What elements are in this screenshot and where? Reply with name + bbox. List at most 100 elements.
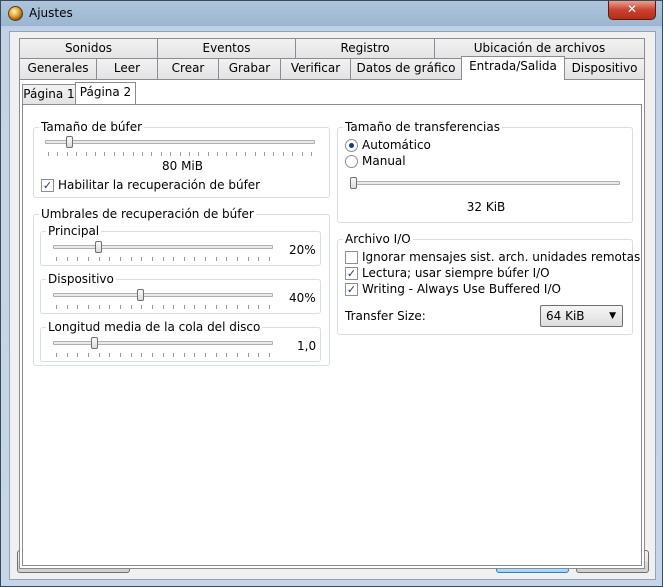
slider-tick [205, 305, 207, 309]
tab-datos-grafico[interactable]: Datos de gráfico [350, 58, 462, 79]
buffer-size-group: Tamaño de búfer 80 MiB ✓ Habilitar la re… [33, 120, 330, 198]
tab-entrada-salida[interactable]: Entrada/Salida [461, 56, 565, 80]
tab-registro[interactable]: Registro [295, 38, 435, 59]
subtab-pagina-1[interactable]: Página 1 [22, 84, 76, 104]
slider-tick [151, 257, 153, 261]
buffer-size-slider-track[interactable] [45, 140, 315, 144]
ignore-remote-checkbox[interactable] [345, 251, 358, 264]
slider-tick [198, 152, 200, 156]
slider-tick [76, 152, 78, 156]
slider-tick [301, 152, 303, 156]
transfer-auto-radio[interactable] [345, 139, 358, 152]
slider-tick [173, 305, 175, 309]
slider-tick [141, 305, 143, 309]
principal-ticks [56, 257, 270, 261]
checkmark-icon: ✓ [42, 179, 53, 192]
slider-tick [113, 152, 115, 156]
device-slider-thumb[interactable] [137, 289, 145, 301]
slider-tick [151, 152, 153, 156]
buffer-size-value: 80 MiB [161, 159, 203, 173]
device-ticks [56, 305, 270, 309]
slider-tick [226, 305, 228, 309]
subtab-pagina-2[interactable]: Página 2 [75, 82, 136, 104]
slider-tick [119, 305, 121, 309]
slider-tick [207, 152, 209, 156]
slider-tick [77, 257, 79, 261]
slider-tick [98, 353, 100, 357]
tab-dispositivo[interactable]: Dispositivo [564, 58, 645, 79]
device-slider-track[interactable] [53, 293, 273, 297]
slider-tick [194, 305, 196, 309]
slider-tick [85, 152, 87, 156]
queue-length-title: Longitud media de la cola del disco [46, 320, 263, 334]
slider-tick [130, 305, 132, 309]
slider-tick [87, 257, 89, 261]
slider-tick [77, 353, 79, 357]
slider-tick [56, 305, 57, 309]
tab-leer[interactable]: Leer [96, 58, 158, 79]
transfer-size-value: 32 KiB [466, 200, 506, 214]
ignore-remote-label: Ignorar mensajes sist. arch. unidades re… [362, 250, 641, 264]
slider-tick [130, 353, 132, 357]
tab-eventos[interactable]: Eventos [157, 38, 296, 59]
slider-tick [119, 257, 121, 261]
write-buffered-checkbox[interactable]: ✓ [345, 283, 358, 296]
slider-tick [226, 257, 228, 261]
device-threshold-title: Dispositivo [46, 272, 116, 286]
slider-tick [215, 305, 217, 309]
buffer-size-title: Tamaño de búfer [39, 120, 145, 134]
slider-tick [119, 353, 121, 357]
tab-crear[interactable]: Crear [157, 58, 219, 79]
buffer-recovery-checkbox[interactable]: ✓ [41, 179, 54, 192]
pagina-2-panel: Tamaño de búfer 80 MiB ✓ Habilitar la re… [22, 104, 642, 566]
transfer-size-label: Transfer Size: [345, 309, 426, 323]
read-buffered-label: Lectura; usar siempre búfer I/O [362, 266, 550, 280]
read-buffered-checkbox[interactable]: ✓ [345, 267, 358, 280]
queue-ticks [56, 353, 270, 357]
principal-threshold-title: Principal [46, 224, 102, 238]
slider-tick [94, 152, 96, 156]
slider-tick [141, 353, 143, 357]
principal-slider-track[interactable] [53, 245, 273, 249]
slider-tick [215, 353, 217, 357]
slider-tick [269, 257, 270, 261]
transfer-size-group: Tamaño de transferencias Automático Manu… [337, 120, 633, 223]
buffer-size-slider-thumb[interactable] [65, 136, 73, 148]
slider-tick [273, 152, 275, 156]
close-button[interactable]: ✕ [608, 1, 656, 20]
tab-grabar[interactable]: Grabar [218, 58, 281, 79]
slider-tick [258, 257, 260, 261]
queue-slider-thumb[interactable] [90, 337, 98, 349]
tab-sonidos[interactable]: Sonidos [19, 38, 158, 59]
recovery-thresholds-group: Umbrales de recuperación de búfer Princi… [33, 207, 330, 366]
transfer-manual-radio[interactable] [345, 155, 358, 168]
slider-tick [66, 152, 68, 156]
slider-tick [123, 152, 125, 156]
slider-tick [98, 257, 100, 261]
slider-tick [269, 305, 270, 309]
slider-tick [66, 257, 68, 261]
checkmark-icon: ✓ [346, 283, 357, 296]
slider-tick [292, 152, 294, 156]
settings-window: Ajustes ✕ Sonidos Eventos Registro Ubica… [0, 0, 663, 587]
slider-tick [160, 152, 162, 156]
transfer-slider-thumb[interactable] [350, 177, 357, 189]
transfer-auto-label: Automático [362, 138, 431, 152]
tab-generales[interactable]: Generales [19, 58, 97, 79]
file-io-title: Archivo I/O [343, 232, 413, 246]
principal-slider-thumb[interactable] [95, 241, 103, 253]
recovery-thresholds-title: Umbrales de recuperación de búfer [39, 207, 256, 221]
slider-tick [269, 353, 270, 357]
queue-slider-track[interactable] [53, 341, 273, 345]
slider-tick [151, 353, 153, 357]
slider-tick [226, 152, 228, 156]
slider-tick [205, 257, 207, 261]
slider-tick [162, 305, 164, 309]
app-icon [8, 6, 23, 21]
transfer-slider-track[interactable] [350, 181, 620, 185]
principal-threshold-group: Principal 20% [40, 224, 321, 266]
transfer-size-dropdown[interactable]: 64 KiB ▼ [540, 305, 623, 327]
tab-verificar[interactable]: Verificar [280, 58, 351, 79]
slider-tick [245, 152, 247, 156]
slider-tick [183, 353, 185, 357]
